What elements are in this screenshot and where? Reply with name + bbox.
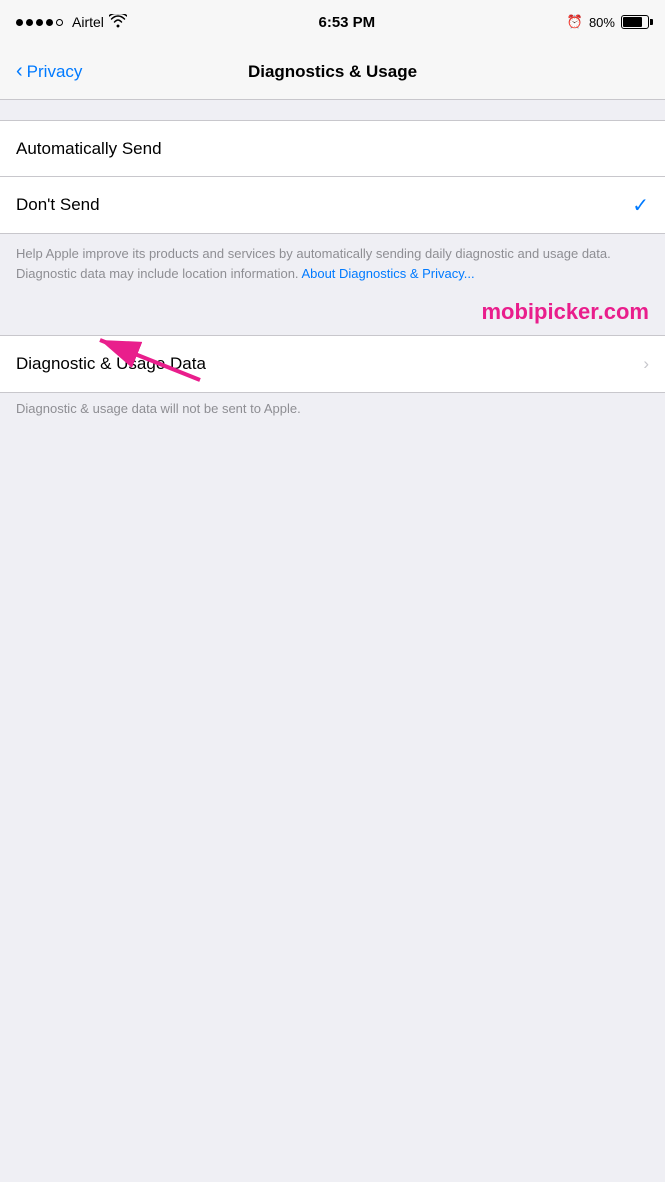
wifi-icon xyxy=(109,14,127,31)
diagnostics-section: Diagnostic & Usage Data › xyxy=(0,335,665,393)
carrier-name: Airtel xyxy=(72,14,104,30)
nav-bar: ‹ Privacy Diagnostics & Usage xyxy=(0,44,665,100)
info-description: Help Apple improve its products and serv… xyxy=(16,244,649,283)
nav-title: Diagnostics & Usage xyxy=(248,62,417,82)
status-bar: Airtel 6:53 PM ⏰ 80% xyxy=(0,0,665,44)
signal-dot-2 xyxy=(26,19,33,26)
battery-icon xyxy=(621,15,649,29)
content: Automatically Send Don't Send ✓ Help App… xyxy=(0,100,665,1032)
info-link[interactable]: About Diagnostics & Privacy... xyxy=(301,266,474,281)
diagnostics-sub-text: Diagnostic & usage data will not be sent… xyxy=(0,393,665,432)
battery-percentage: 80% xyxy=(589,15,615,30)
options-section: Automatically Send Don't Send ✓ xyxy=(0,120,665,234)
signal-dot-1 xyxy=(16,19,23,26)
status-time: 6:53 PM xyxy=(318,14,375,31)
back-button[interactable]: ‹ Privacy xyxy=(16,62,82,82)
checkmark-icon: ✓ xyxy=(632,193,649,218)
back-chevron-icon: ‹ xyxy=(16,61,23,81)
diagnostics-section-container: Diagnostic & Usage Data › xyxy=(0,335,665,393)
alarm-icon: ⏰ xyxy=(567,14,583,30)
watermark-area: mobipicker.com xyxy=(0,295,665,335)
automatically-send-row[interactable]: Automatically Send xyxy=(0,121,665,177)
status-left: Airtel xyxy=(16,14,127,31)
dont-send-row[interactable]: Don't Send ✓ xyxy=(0,177,665,233)
watermark-text: mobipicker.com xyxy=(481,299,649,324)
status-right: ⏰ 80% xyxy=(567,14,649,30)
signal-dot-3 xyxy=(36,19,43,26)
info-link-text: About Diagnostics & Privacy... xyxy=(301,266,474,281)
dont-send-label: Don't Send xyxy=(16,195,100,215)
back-button-label: Privacy xyxy=(27,62,83,82)
diagnostics-usage-data-label: Diagnostic & Usage Data xyxy=(16,354,206,374)
diagnostics-usage-data-row[interactable]: Diagnostic & Usage Data › xyxy=(0,336,665,392)
bottom-area xyxy=(0,432,665,1032)
signal-dot-5 xyxy=(56,19,63,26)
automatically-send-label: Automatically Send xyxy=(16,139,162,159)
signal-dot-4 xyxy=(46,19,53,26)
info-section: Help Apple improve its products and serv… xyxy=(0,234,665,295)
chevron-right-icon: › xyxy=(643,354,649,374)
battery-fill xyxy=(623,17,642,27)
signal-indicator xyxy=(16,19,63,26)
